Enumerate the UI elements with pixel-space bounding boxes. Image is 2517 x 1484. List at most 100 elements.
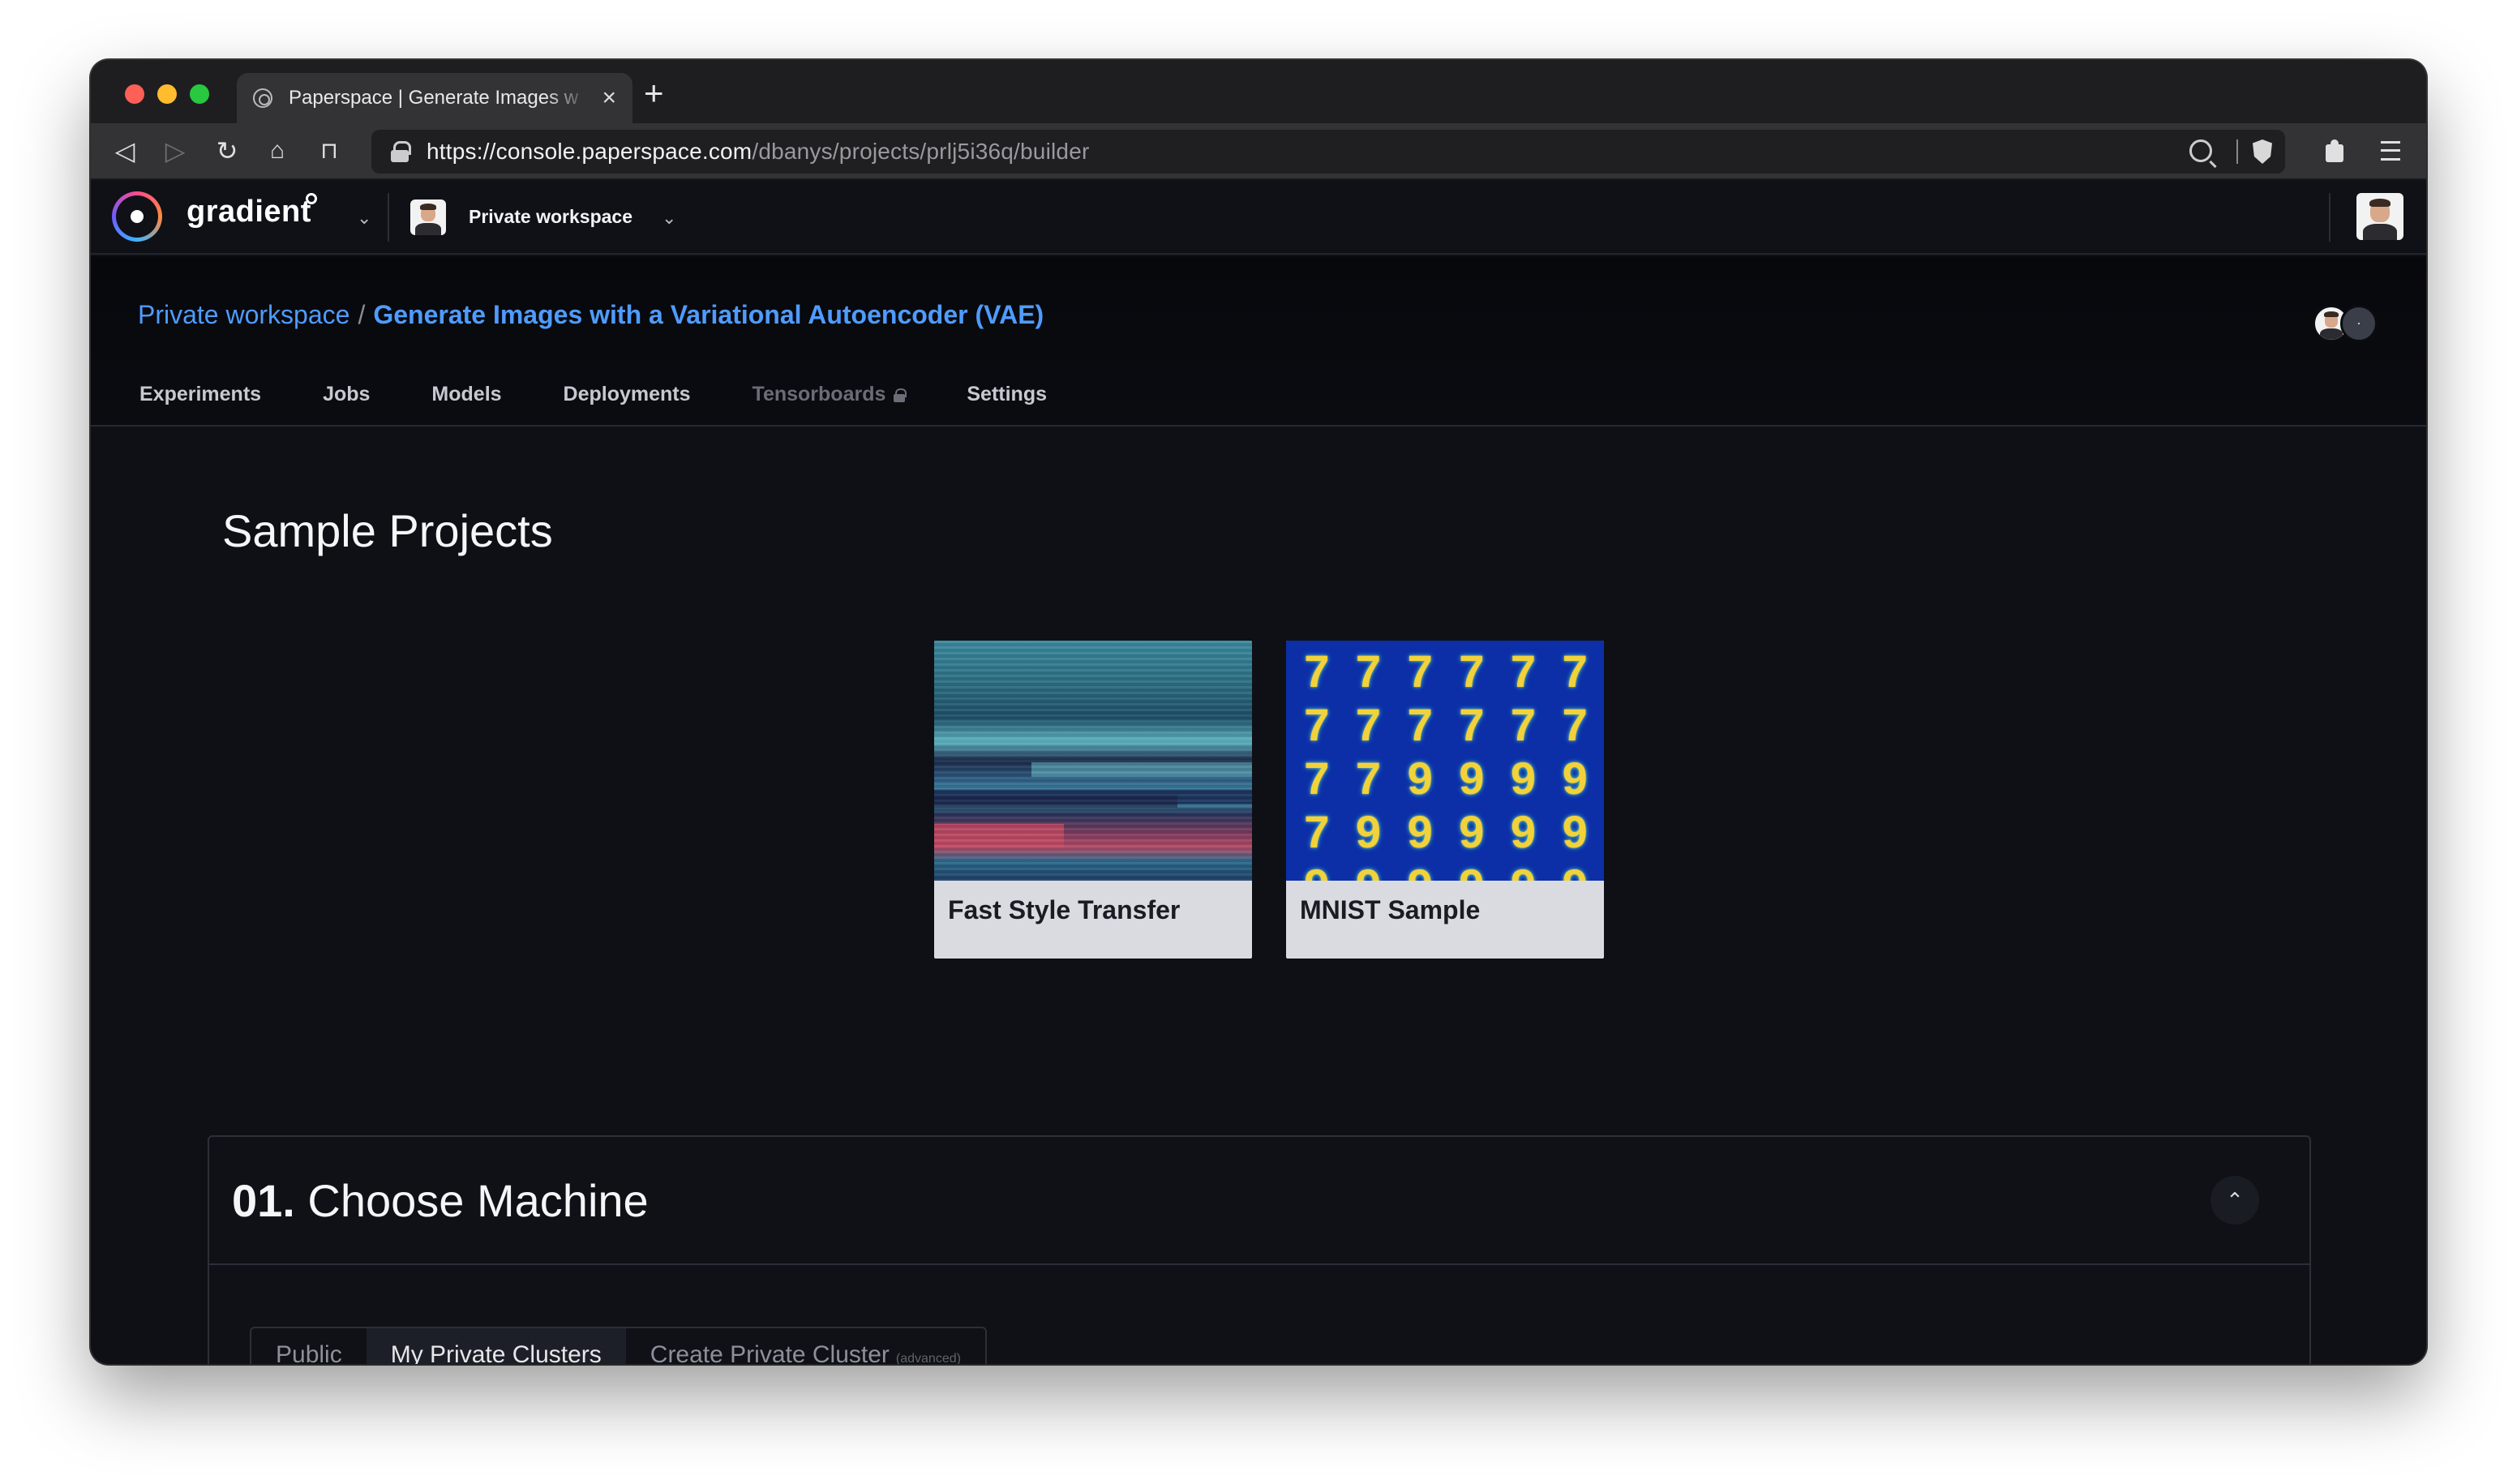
gradient-logo-icon[interactable] [112, 191, 162, 242]
breadcrumb-workspace-link[interactable]: Private workspace [138, 300, 349, 329]
tab-my-private-clusters[interactable]: My Private Clusters [366, 1328, 626, 1364]
paperspace-favicon-icon [253, 88, 272, 108]
step-title: Choose Machine [307, 1175, 649, 1226]
digit-glyph: 7 [1510, 699, 1537, 750]
tab-deployments[interactable]: Deployments [564, 383, 691, 406]
breadcrumb-project-name[interactable]: Generate Images with a Variational Autoe… [373, 300, 1044, 329]
tab-tensorboards-label: Tensorboards [752, 383, 886, 405]
header-divider-right [2329, 193, 2330, 242]
avatar-hair [420, 204, 436, 211]
chevron-down-icon[interactable]: ⌄ [357, 209, 371, 227]
digit-glyph: 9 [1446, 860, 1498, 881]
new-tab-button[interactable]: + [644, 76, 664, 110]
digit-glyph: 7 [1355, 645, 1382, 697]
collaborator-body [2319, 328, 2343, 340]
browser-tab-title: Paperspace | Generate Images w [289, 87, 579, 109]
card-label: MNIST Sample [1300, 895, 1481, 924]
choose-machine-panel: 01. Choose Machine ⌃ Public My Private C… [208, 1135, 2311, 1364]
digit-glyph: 9 [1459, 806, 1485, 857]
digit-glyph: 7 [1304, 699, 1330, 750]
address-bar[interactable]: https://console.paperspace.com/dbanys/pr… [371, 130, 2285, 174]
choose-machine-title: 01. Choose Machine [232, 1174, 649, 1227]
digit-glyph: 7 [1459, 645, 1485, 697]
digit-glyph: 7 [1355, 753, 1382, 804]
brave-shield-icon[interactable] [2253, 139, 2272, 164]
chevron-up-icon[interactable]: ⌃ [2210, 1176, 2259, 1225]
close-tab-icon[interactable]: × [602, 86, 616, 110]
card-label: Fast Style Transfer [948, 895, 1181, 924]
collaborator-hair [2324, 311, 2339, 317]
avatar-body [415, 223, 441, 235]
choose-machine-header[interactable]: 01. Choose Machine ⌃ [209, 1137, 2309, 1265]
user-avatar[interactable] [2356, 193, 2403, 240]
fast-style-transfer-thumbnail [934, 641, 1252, 881]
digit-glyph: 9 [1510, 806, 1537, 857]
digit-glyph: 7 [1355, 699, 1382, 750]
lock-icon [894, 388, 907, 402]
tab-tensorboards[interactable]: Tensorboards [752, 383, 907, 406]
forward-icon[interactable]: ▷ [159, 135, 191, 167]
digit-glyph: 7 [1407, 645, 1433, 697]
tab-public[interactable]: Public [251, 1328, 367, 1364]
workspace-chevron-down-icon[interactable]: ⌄ [662, 209, 676, 227]
thumbnail-streak [934, 795, 1177, 808]
digit-glyph: 7 [1304, 645, 1330, 697]
lock-icon [391, 141, 411, 162]
thumbnail-streak [934, 824, 1064, 848]
close-window-icon[interactable] [125, 84, 144, 104]
url-host: https://console.paperspace.com [427, 139, 753, 164]
digit-glyph: 9 [1407, 806, 1433, 857]
sample-card-fast-style-transfer[interactable]: Fast Style Transfer [934, 641, 1252, 959]
digit-glyph: 7 [1562, 699, 1588, 750]
maximize-window-icon[interactable] [190, 84, 209, 104]
user-avatar-body [2363, 224, 2397, 240]
tab-create-private-cluster-label: Create Private Cluster [650, 1341, 890, 1364]
digit-glyph: 7 [1459, 699, 1485, 750]
digit-glyph: 9 [1355, 806, 1382, 857]
zoom-icon[interactable] [2189, 139, 2212, 162]
digit-glyph: 7 [1407, 699, 1433, 750]
workspace-avatar[interactable] [410, 199, 446, 235]
digit-glyph: 9 [1394, 860, 1446, 881]
digit-glyph: 9 [1343, 860, 1395, 881]
digit-glyph: 7 [1304, 806, 1330, 857]
home-icon[interactable]: ⌂ [261, 135, 294, 167]
mnist-thumbnail: 777777 777777 779999 799999 999999 [1286, 641, 1604, 881]
reload-icon[interactable]: ↻ [211, 135, 243, 167]
digit-glyph: 7 [1510, 645, 1537, 697]
menu-icon[interactable] [2381, 141, 2400, 161]
user-avatar-hair [2369, 198, 2391, 208]
digit-glyph: 7 [1562, 645, 1588, 697]
extensions-icon[interactable] [2324, 139, 2347, 162]
digit-glyph: 9 [1459, 753, 1485, 804]
tab-create-private-cluster[interactable]: Create Private Cluster (advanced) [626, 1328, 985, 1364]
digit-glyph: 9 [1407, 753, 1433, 804]
tab-experiments[interactable]: Experiments [139, 383, 261, 406]
browser-tab[interactable]: Paperspace | Generate Images w × [237, 73, 632, 123]
url-text: https://console.paperspace.com/dbanys/pr… [427, 139, 1090, 165]
tab-jobs[interactable]: Jobs [323, 383, 370, 406]
step-number: 01. [232, 1175, 295, 1226]
digit-glyph: 9 [1549, 860, 1601, 881]
back-icon[interactable]: ◁ [109, 135, 141, 167]
tab-settings[interactable]: Settings [967, 383, 1047, 406]
collaborators[interactable]: · [2313, 305, 2381, 342]
app-header: gradient ⌄ Private workspace ⌄ [91, 180, 2426, 255]
browser-window: Paperspace | Generate Images w × + ◁ ▷ ↻… [91, 60, 2426, 1364]
tab-models[interactable]: Models [431, 383, 501, 406]
digit-glyph: 9 [1562, 753, 1588, 804]
bookmark-icon[interactable]: ⊓ [313, 135, 345, 167]
breadcrumb-separator: / [358, 300, 366, 329]
project-header: Private workspace / Generate Images with a… [91, 256, 2426, 427]
url-divider [2236, 139, 2238, 164]
sample-projects-title: Sample Projects [222, 505, 553, 556]
minimize-window-icon[interactable] [157, 84, 177, 104]
digit-glyph: 9 [1562, 806, 1588, 857]
workspace-switcher-label[interactable]: Private workspace [469, 206, 632, 228]
url-path: /dbanys/projects/prlj5i36q/builder [752, 139, 1090, 164]
project-nav-tabs: Experiments Jobs Models Deployments Tens… [139, 383, 1108, 406]
sample-card-mnist[interactable]: 777777 777777 779999 799999 999999 MNIST… [1286, 641, 1604, 959]
more-collaborators-icon[interactable]: · [2340, 305, 2378, 342]
brand-name[interactable]: gradient [187, 195, 311, 229]
header-divider [388, 193, 389, 242]
